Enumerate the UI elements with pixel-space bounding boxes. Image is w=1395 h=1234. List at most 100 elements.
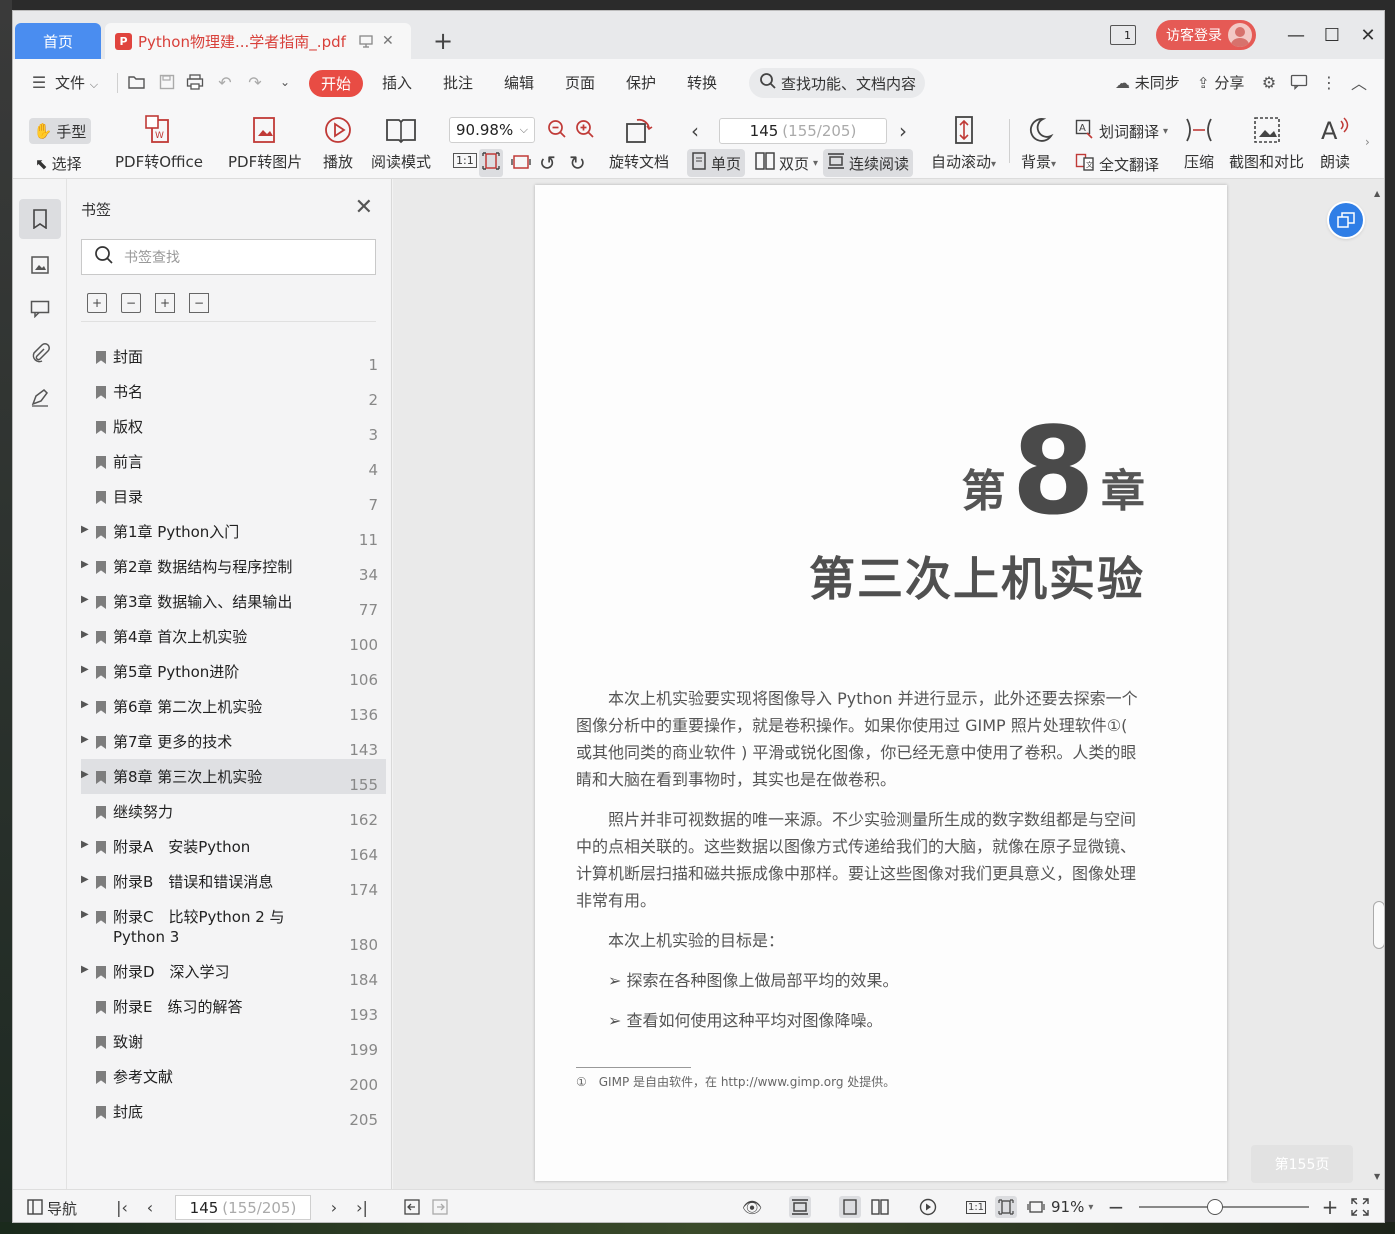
bookmark-item[interactable]: 版权 3 [81, 409, 386, 444]
monitor-icon[interactable] [358, 33, 374, 49]
share-button[interactable]: ⇪ 分享 [1197, 72, 1244, 93]
expand-arrow-icon[interactable]: ▶ [81, 874, 93, 885]
read-mode-button[interactable]: 阅读模式 [371, 113, 431, 172]
zoom-slider-track[interactable] [1139, 1206, 1309, 1208]
bookmark-item[interactable]: ▶ 第3章 数据输入、结果输出 77 [81, 584, 386, 619]
bookmark-item[interactable]: 致谢 199 [81, 1024, 386, 1059]
prev-page-icon[interactable]: ‹ [139, 1196, 161, 1218]
signature-icon[interactable] [19, 377, 61, 417]
zoom-out-button[interactable] [547, 119, 567, 143]
guest-login-button[interactable]: 访客登录 [1156, 20, 1256, 50]
vertical-scrollbar[interactable]: ▲ ▼ [1371, 185, 1384, 1181]
bookmark-item[interactable]: ▶ 附录D 深入学习 184 [81, 954, 386, 989]
bookmark-panel-icon[interactable] [19, 199, 61, 239]
menu-item-protect[interactable]: 保护 [626, 72, 656, 93]
bookmark-search-input[interactable]: 书签查找 [81, 239, 376, 275]
page-number-input[interactable]: 145 (155/205) [719, 118, 887, 144]
new-tab-button[interactable]: + [431, 29, 455, 53]
bookmark-item[interactable]: ▶ 附录A 安装Python 164 [81, 829, 386, 864]
collapse-ribbon-icon[interactable]: ︿ [1349, 72, 1369, 93]
expand-arrow-icon[interactable]: ▶ [81, 524, 93, 535]
bookmark-item[interactable]: 参考文献 200 [81, 1059, 386, 1094]
expand-all-icon[interactable]: + [87, 293, 107, 313]
eye-protection-icon[interactable]: 👁 [741, 1196, 763, 1218]
maximize-icon[interactable]: ☐ [1314, 19, 1350, 51]
continuous-view-icon[interactable] [789, 1196, 811, 1218]
minimize-icon[interactable]: — [1278, 19, 1314, 51]
expand-arrow-icon[interactable]: ▶ [81, 964, 93, 975]
navigation-toggle[interactable]: 导航 [27, 1198, 77, 1219]
next-page-icon[interactable]: › [323, 1196, 345, 1218]
expand-arrow-icon[interactable]: ▶ [81, 699, 93, 710]
bookmark-item[interactable]: ▶ 第8章 第三次上机实验 155 [81, 759, 386, 794]
single-page-view-icon[interactable] [839, 1196, 861, 1218]
play-button[interactable]: 播放 [323, 113, 353, 172]
scroll-down-icon[interactable]: ▼ [1374, 1172, 1380, 1181]
bookmark-item[interactable]: 书名 2 [81, 374, 386, 409]
fit-page-icon[interactable] [995, 1196, 1017, 1218]
pdf-to-image-button[interactable]: PDF转图片 [228, 113, 302, 172]
open-folder-icon[interactable] [127, 72, 147, 92]
previous-page-button[interactable]: ‹ [691, 119, 699, 143]
expand-arrow-icon[interactable]: ▶ [81, 734, 93, 745]
zoom-select[interactable]: 90.98% ⌵ [449, 117, 535, 143]
background-button[interactable]: 背景▾ [1021, 113, 1056, 172]
zoom-out-icon[interactable]: − [1105, 1195, 1127, 1219]
ribbon-scroll-right[interactable]: › [1365, 135, 1370, 149]
fit-page-button[interactable] [479, 149, 503, 177]
bookmark-item[interactable]: ▶ 第5章 Python进阶 106 [81, 654, 386, 689]
bookmark-item[interactable]: 封底 205 [81, 1094, 386, 1129]
attachment-icon[interactable] [19, 333, 61, 373]
expand-arrow-icon[interactable]: ▶ [81, 769, 93, 780]
bookmark-item[interactable]: 继续努力 162 [81, 794, 386, 829]
add-bookmark-icon[interactable]: + [155, 293, 175, 313]
bookmark-item[interactable]: ▶ 第4章 首次上机实验 100 [81, 619, 386, 654]
bookmark-item[interactable]: 前言 4 [81, 444, 386, 479]
next-page-button[interactable]: › [899, 119, 907, 143]
pdf-to-office-button[interactable]: W PDF转Office [115, 113, 203, 172]
zoom-slider-knob[interactable] [1207, 1199, 1223, 1215]
save-icon[interactable] [157, 72, 177, 92]
single-page-button[interactable]: 单页 [687, 149, 746, 177]
scrollbar-thumb[interactable] [1373, 901, 1384, 949]
double-page-button[interactable]: 双页 ▾ [751, 149, 822, 177]
full-translate-button[interactable]: 文 全文翻译 [1075, 153, 1159, 175]
close-window-icon[interactable]: ✕ [1350, 19, 1384, 51]
menu-item-annotate[interactable]: 批注 [443, 72, 473, 93]
bookmark-item[interactable]: 附录E 练习的解答 193 [81, 989, 386, 1024]
delete-bookmark-icon[interactable]: − [189, 293, 209, 313]
function-search[interactable]: 查找功能、文档内容 [749, 68, 925, 98]
compress-button[interactable]: 压缩 [1183, 113, 1215, 172]
close-panel-icon[interactable]: ✕ [355, 195, 373, 220]
go-forward-icon[interactable] [429, 1196, 451, 1218]
scroll-up-icon[interactable]: ▲ [1374, 189, 1380, 198]
close-tab-icon[interactable]: ✕ [380, 33, 396, 49]
bookmark-item[interactable]: ▶ 附录B 错误和错误消息 174 [81, 864, 386, 899]
play-icon[interactable] [917, 1196, 939, 1218]
expand-arrow-icon[interactable]: ▶ [81, 594, 93, 605]
actual-size-button[interactable]: 1:1 [453, 153, 477, 168]
rotate-document-button[interactable]: 旋转文档 [609, 113, 669, 172]
zoom-in-button[interactable] [575, 119, 595, 143]
thumbnail-panel-icon[interactable] [19, 245, 61, 285]
expand-arrow-icon[interactable]: ▶ [81, 664, 93, 675]
more-quick-actions-icon[interactable]: ⌄ [275, 72, 295, 92]
zoom-in-icon[interactable]: + [1319, 1195, 1341, 1219]
continuous-read-button[interactable]: 连续阅读 [823, 149, 914, 177]
screenshot-compare-button[interactable]: 截图和对比 [1229, 113, 1304, 172]
menu-item-page[interactable]: 页面 [565, 72, 595, 93]
bookmark-item[interactable]: ▶ 第6章 第二次上机实验 136 [81, 689, 386, 724]
comment-panel-icon[interactable] [19, 289, 61, 329]
status-zoom-select[interactable]: 91% ▾ [1051, 1198, 1093, 1216]
bookmark-item[interactable]: ▶ 附录C 比较Python 2 与Python 3 180 [81, 899, 386, 954]
rotate-left-button[interactable]: ↺ [539, 151, 556, 175]
bookmark-item[interactable]: 封面 1 [81, 339, 386, 374]
status-page-input[interactable]: 145 (155/205) [175, 1195, 311, 1220]
rotate-right-button[interactable]: ↻ [569, 151, 586, 175]
fit-width-icon[interactable] [1025, 1196, 1047, 1218]
bookmark-item[interactable]: 目录 7 [81, 479, 386, 514]
word-translate-button[interactable]: A 划词翻译 ▾ [1075, 119, 1168, 143]
print-icon[interactable] [185, 72, 205, 92]
menu-item-edit[interactable]: 编辑 [504, 72, 534, 93]
undo-icon[interactable]: ↶ [215, 72, 235, 92]
